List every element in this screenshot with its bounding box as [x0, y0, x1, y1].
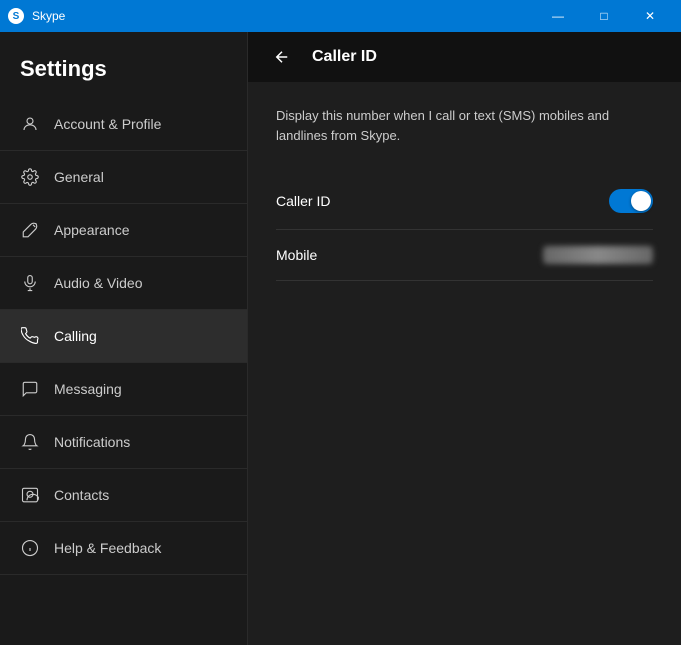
sidebar-item-messaging[interactable]: Messaging	[0, 363, 247, 416]
sidebar-label-notifications: Notifications	[54, 434, 130, 450]
sidebar-title: Settings	[20, 56, 107, 81]
sidebar-label-appearance: Appearance	[54, 222, 130, 238]
sidebar-label-account: Account & Profile	[54, 116, 161, 132]
sidebar-label-general: General	[54, 169, 104, 185]
toggle-thumb	[631, 191, 651, 211]
titlebar-left: S Skype	[8, 8, 65, 24]
sidebar-item-notifications[interactable]: Notifications	[0, 416, 247, 469]
person-icon	[20, 114, 40, 134]
close-button[interactable]: ✕	[627, 0, 673, 32]
contacts-icon	[20, 485, 40, 505]
sidebar-item-contacts[interactable]: Contacts	[0, 469, 247, 522]
caller-id-label: Caller ID	[276, 193, 330, 209]
sidebar-label-contacts: Contacts	[54, 487, 109, 503]
sidebar-item-help[interactable]: Help & Feedback	[0, 522, 247, 575]
sidebar-item-general[interactable]: General	[0, 151, 247, 204]
sidebar-label-help: Help & Feedback	[54, 540, 161, 556]
content-area: Caller ID Display this number when I cal…	[248, 32, 681, 645]
sidebar-label-calling: Calling	[54, 328, 97, 344]
mic-icon	[20, 273, 40, 293]
caller-id-setting-row: Caller ID	[276, 173, 653, 230]
sidebar: Settings Account & Profile General Appea…	[0, 32, 248, 645]
sidebar-label-messaging: Messaging	[54, 381, 122, 397]
phone-icon	[20, 326, 40, 346]
brush-icon	[20, 220, 40, 240]
skype-app-icon: S	[8, 8, 24, 24]
mobile-setting-row: Mobile	[276, 230, 653, 281]
sidebar-header: Settings	[0, 32, 247, 98]
toggle-track	[609, 189, 653, 213]
titlebar-title: Skype	[32, 9, 65, 23]
back-button[interactable]	[268, 43, 296, 71]
caller-id-toggle[interactable]	[609, 189, 653, 213]
content-title: Caller ID	[312, 48, 377, 66]
sidebar-item-appearance[interactable]: Appearance	[0, 204, 247, 257]
sidebar-item-calling[interactable]: Calling	[0, 310, 247, 363]
minimize-button[interactable]: —	[535, 0, 581, 32]
titlebar-controls: — □ ✕	[535, 0, 673, 32]
content-body: Display this number when I call or text …	[248, 82, 681, 645]
sidebar-item-audio-video[interactable]: Audio & Video	[0, 257, 247, 310]
app-body: Settings Account & Profile General Appea…	[0, 32, 681, 645]
info-icon	[20, 538, 40, 558]
mobile-value	[543, 246, 653, 264]
maximize-button[interactable]: □	[581, 0, 627, 32]
caller-id-description: Display this number when I call or text …	[276, 106, 653, 145]
titlebar: S Skype — □ ✕	[0, 0, 681, 32]
gear-icon	[20, 167, 40, 187]
chat-icon	[20, 379, 40, 399]
sidebar-label-audio-video: Audio & Video	[54, 275, 142, 291]
bell-icon	[20, 432, 40, 452]
mobile-label: Mobile	[276, 247, 317, 263]
content-header: Caller ID	[248, 32, 681, 82]
sidebar-item-account[interactable]: Account & Profile	[0, 98, 247, 151]
